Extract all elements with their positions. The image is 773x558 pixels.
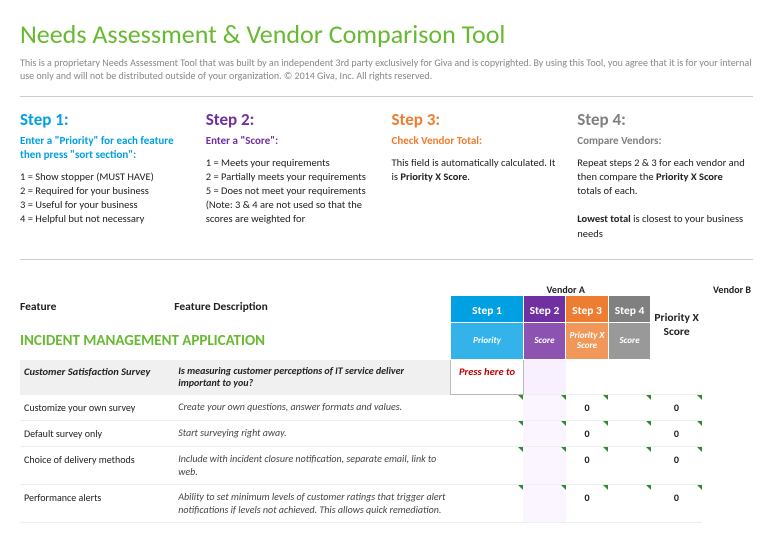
feature-name: Choice of delivery methods <box>20 447 174 485</box>
header-desc: Feature Description <box>174 296 451 323</box>
step-3-title: Step 3: <box>392 109 562 130</box>
group-name: Customer Satisfaction Survey <box>20 360 174 395</box>
score-b-cell[interactable] <box>608 485 651 523</box>
vendor-a-label: Vendor A <box>523 284 608 296</box>
page-title: Needs Assessment & Vendor Comparison Too… <box>20 18 753 50</box>
step-4-body: Repeat steps 2 & 3 for each vendor and t… <box>577 156 747 241</box>
table-row: Customize your own surveyCreate your own… <box>20 395 753 421</box>
table-row: Default survey onlyStart surveying right… <box>20 421 753 447</box>
step-2-title: Step 2: <box>206 109 376 130</box>
pxs-a-cell: 0 <box>566 447 609 485</box>
feature-desc: Include with incident closure notificati… <box>174 447 451 485</box>
pxs-b-cell: 0 <box>651 447 702 485</box>
header-step1: Step 1 <box>451 296 523 323</box>
table-row: Choice of delivery methodsInclude with i… <box>20 447 753 485</box>
pxs-b-cell: 0 <box>651 485 702 523</box>
step-4: Step 4: Compare Vendors: Repeat steps 2 … <box>577 109 753 241</box>
group-row: Customer Satisfaction Survey Is measurin… <box>20 360 753 395</box>
step-3-sub: Check Vendor Total: <box>392 134 562 148</box>
subhead-score-b: Score <box>608 323 651 360</box>
priority-cell[interactable] <box>451 447 523 485</box>
header-step4: Step 4 <box>608 296 651 323</box>
header-step2: Step 2 <box>523 296 566 323</box>
feature-desc: Create your own questions, answer format… <box>174 395 451 421</box>
feature-name: Customize your own survey <box>20 395 174 421</box>
vendor-b-label: Vendor B <box>651 284 753 296</box>
group-desc: Is measuring customer perceptions of IT … <box>174 360 451 395</box>
feature-desc: Start surveying right away. <box>174 421 451 447</box>
step-3: Step 3: Check Vendor Total: This field i… <box>392 109 568 241</box>
subhead-pxs: Priority X Score <box>566 323 609 360</box>
step-4-title: Step 4: <box>577 109 747 130</box>
priority-cell[interactable] <box>451 395 523 421</box>
step-3-body: This field is automatically calculated. … <box>392 156 562 184</box>
comparison-table: Vendor A Vendor B Feature Feature Descri… <box>20 284 753 523</box>
step-2: Step 2: Enter a "Score": 1 = Meets your … <box>206 109 382 241</box>
score-a-cell[interactable] <box>523 421 566 447</box>
subhead-priority: Priority <box>451 323 523 360</box>
feature-name: Default survey only <box>20 421 174 447</box>
section-title: INCIDENT MANAGEMENT APPLICATION <box>20 323 451 360</box>
steps-panel: Step 1: Enter a "Priority" for each feat… <box>20 96 753 260</box>
score-b-cell[interactable] <box>608 395 651 421</box>
step-1-body: 1 = Show stopper (MUST HAVE) 2 = Require… <box>20 170 190 227</box>
step-4-sub: Compare Vendors: <box>577 134 747 148</box>
step-1-sub: Enter a "Priority" for each feature then… <box>20 134 190 162</box>
step-1-title: Step 1: <box>20 109 190 130</box>
pxs-b-cell: 0 <box>651 395 702 421</box>
pxs-a-cell: 0 <box>566 421 609 447</box>
press-here-button[interactable]: Press here to <box>451 360 523 395</box>
step-2-body: 1 = Meets your requirements 2 = Partiall… <box>206 156 376 227</box>
header-step3: Step 3 <box>566 296 609 323</box>
column-header-row: Feature Feature Description Step 1 Step … <box>20 296 753 323</box>
subhead-score-a: Score <box>523 323 566 360</box>
score-b-cell[interactable] <box>608 421 651 447</box>
feature-desc: Ability to set minimum levels of custome… <box>174 485 451 523</box>
pxs-a-cell: 0 <box>566 485 609 523</box>
score-a-cell[interactable] <box>523 447 566 485</box>
vendor-header-row: Vendor A Vendor B <box>20 284 753 296</box>
priority-cell[interactable] <box>451 485 523 523</box>
header-feature: Feature <box>20 296 174 323</box>
score-a-cell[interactable] <box>523 485 566 523</box>
priority-cell[interactable] <box>451 421 523 447</box>
pxs-a-cell: 0 <box>566 395 609 421</box>
table-row: Performance alertsAbility to set minimum… <box>20 485 753 523</box>
disclaimer-text: This is a proprietary Needs Assessment T… <box>20 56 753 82</box>
section-row: INCIDENT MANAGEMENT APPLICATION Priority… <box>20 323 753 360</box>
step-2-sub: Enter a "Score": <box>206 134 376 148</box>
pxs-b-cell: 0 <box>651 421 702 447</box>
score-a-cell[interactable] <box>523 395 566 421</box>
step-1: Step 1: Enter a "Priority" for each feat… <box>20 109 196 241</box>
header-priority-x-score-b: Priority X Score <box>651 296 702 360</box>
score-b-cell[interactable] <box>608 447 651 485</box>
feature-name: Performance alerts <box>20 485 174 523</box>
